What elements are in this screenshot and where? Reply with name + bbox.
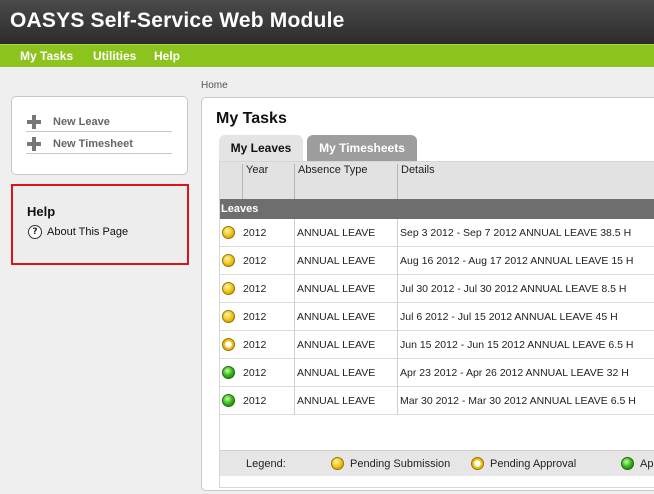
- nav-item-utilities[interactable]: Utilities: [93, 49, 136, 63]
- column-divider: [397, 331, 398, 359]
- new-leave-label: New Leave: [53, 116, 110, 128]
- about-this-page-link[interactable]: About This Page: [47, 226, 128, 238]
- new-leave-link[interactable]: New Leave: [26, 112, 172, 132]
- cell-details: Jul 6 2012 - Jul 15 2012 ANNUAL LEAVE 45…: [400, 311, 618, 323]
- pending-submission-icon: [222, 282, 235, 295]
- pending-submission-icon: [331, 457, 344, 470]
- cell-details: Jul 30 2012 - Jul 30 2012 ANNUAL LEAVE 8…: [400, 283, 627, 295]
- pending-submission-icon: [222, 226, 235, 239]
- group-header-leaves: Leaves: [220, 199, 654, 219]
- cell-absence-type: ANNUAL LEAVE: [297, 367, 376, 379]
- new-timesheet-label: New Timesheet: [53, 138, 133, 150]
- cell-year: 2012: [243, 311, 267, 323]
- column-divider: [397, 219, 398, 247]
- column-divider: [294, 387, 295, 415]
- legend-approved: Ap: [640, 458, 654, 470]
- app-header: OASYS Self-Service Web Module: [0, 0, 654, 44]
- question-icon: ?: [28, 225, 42, 239]
- leaves-grid: Year Absence Type Details Leaves 2012 ANN…: [219, 161, 654, 488]
- plus-icon: [26, 136, 42, 152]
- actions-panel: New Leave New Timesheet: [11, 96, 188, 175]
- column-divider: [294, 331, 295, 359]
- column-divider: [397, 387, 398, 415]
- cell-year: 2012: [243, 227, 267, 239]
- help-heading: Help: [27, 204, 56, 219]
- tab-my-leaves[interactable]: My Leaves: [219, 135, 303, 161]
- cell-year: 2012: [243, 283, 267, 295]
- table-row[interactable]: 2012 ANNUAL LEAVE Apr 23 2012 - Apr 26 201…: [220, 359, 654, 387]
- page-title: My Tasks: [216, 110, 287, 127]
- approved-icon: [222, 366, 235, 379]
- cell-details: Sep 3 2012 - Sep 7 2012 ANNUAL LEAVE 38.…: [400, 227, 632, 239]
- cell-absence-type: ANNUAL LEAVE: [297, 395, 376, 407]
- table-row[interactable]: 2012 ANNUAL LEAVE Sep 3 2012 - Sep 7 2012 …: [220, 219, 654, 247]
- main-nav: My Tasks Utilities Help: [0, 44, 654, 67]
- approved-icon: [621, 457, 634, 470]
- plus-icon: [26, 114, 42, 130]
- status-legend: Legend: Pending Submission Pending Appro…: [220, 450, 654, 476]
- legend-label: Legend:: [246, 458, 286, 470]
- cell-details: Aug 16 2012 - Aug 17 2012 ANNUAL LEAVE 1…: [400, 255, 634, 267]
- cell-absence-type: ANNUAL LEAVE: [297, 283, 376, 295]
- column-divider: [294, 275, 295, 303]
- nav-item-my-tasks[interactable]: My Tasks: [20, 49, 73, 63]
- column-header-year[interactable]: Year: [242, 164, 294, 199]
- table-row[interactable]: 2012 ANNUAL LEAVE Jun 15 2012 - Jun 15 201…: [220, 331, 654, 359]
- legend-pending-submission: Pending Submission: [350, 458, 451, 470]
- breadcrumb[interactable]: Home: [201, 80, 228, 91]
- tab-my-timesheets[interactable]: My Timesheets: [307, 135, 417, 161]
- grid-header: Year Absence Type Details: [220, 162, 654, 199]
- approved-icon: [222, 394, 235, 407]
- cell-absence-type: ANNUAL LEAVE: [297, 255, 376, 267]
- pending-submission-icon: [222, 254, 235, 267]
- cell-absence-type: ANNUAL LEAVE: [297, 311, 376, 323]
- my-tasks-panel: My Tasks My Leaves My Timesheets Year Ab…: [201, 97, 654, 491]
- cell-year: 2012: [243, 395, 267, 407]
- pending-approval-icon: [222, 338, 235, 351]
- column-divider: [397, 247, 398, 275]
- column-divider: [294, 247, 295, 275]
- cell-details: Jun 15 2012 - Jun 15 2012 ANNUAL LEAVE 6…: [400, 339, 634, 351]
- app-title: OASYS Self-Service Web Module: [10, 9, 345, 32]
- pending-approval-icon: [471, 457, 484, 470]
- cell-details: Apr 23 2012 - Apr 26 2012 ANNUAL LEAVE 3…: [400, 367, 629, 379]
- column-divider: [294, 359, 295, 387]
- table-row[interactable]: 2012 ANNUAL LEAVE Jul 30 2012 - Jul 30 201…: [220, 275, 654, 303]
- cell-absence-type: ANNUAL LEAVE: [297, 339, 376, 351]
- column-divider: [397, 303, 398, 331]
- column-divider: [397, 359, 398, 387]
- column-divider: [294, 303, 295, 331]
- cell-year: 2012: [243, 255, 267, 267]
- cell-details: Mar 30 2012 - Mar 30 2012 ANNUAL LEAVE 6…: [400, 395, 636, 407]
- pending-submission-icon: [222, 310, 235, 323]
- table-row[interactable]: 2012 ANNUAL LEAVE Mar 30 2012 - Mar 30 201…: [220, 387, 654, 415]
- help-panel: Help ? About This Page: [11, 184, 189, 265]
- new-timesheet-link[interactable]: New Timesheet: [26, 134, 172, 154]
- column-header-details[interactable]: Details: [397, 164, 654, 199]
- column-header-absence-type[interactable]: Absence Type: [294, 164, 397, 199]
- legend-pending-approval: Pending Approval: [490, 458, 577, 470]
- cell-year: 2012: [243, 367, 267, 379]
- cell-year: 2012: [243, 339, 267, 351]
- column-divider: [397, 275, 398, 303]
- cell-absence-type: ANNUAL LEAVE: [297, 227, 376, 239]
- nav-item-help[interactable]: Help: [154, 49, 180, 63]
- column-divider: [294, 219, 295, 247]
- table-row[interactable]: 2012 ANNUAL LEAVE Jul 6 2012 - Jul 15 2012…: [220, 303, 654, 331]
- table-row[interactable]: 2012 ANNUAL LEAVE Aug 16 2012 - Aug 17 201…: [220, 247, 654, 275]
